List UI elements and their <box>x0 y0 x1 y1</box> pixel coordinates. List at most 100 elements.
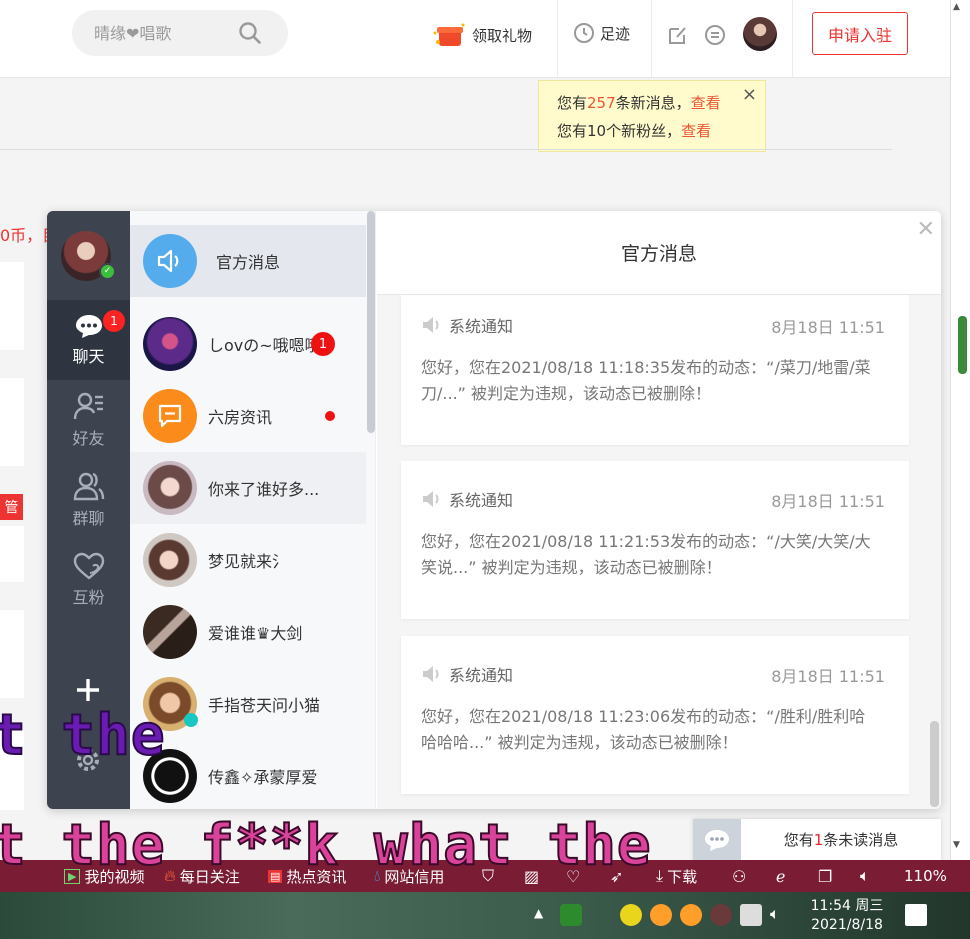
qq-tray-icon[interactable] <box>650 904 672 926</box>
notice-text: 您有 <box>557 94 588 112</box>
search-input[interactable] <box>94 22 234 44</box>
speaker-icon <box>423 317 439 333</box>
conversation-item[interactable]: 爱谁谁♛大剑 <box>130 596 366 668</box>
volume-button[interactable]: 🔈︎ <box>860 860 870 892</box>
unread-dot <box>325 411 335 421</box>
network-tray-icon[interactable] <box>740 904 762 926</box>
conversation-item[interactable]: 你来了谁好多... <box>130 452 366 524</box>
nav-mutual-fans-label: 互粉 <box>72 588 105 607</box>
message-card: 系统通知 8月18日 11:51 您好，您在2021/08/18 11:23:0… <box>401 636 909 794</box>
message-card: 系统通知 8月18日 11:51 您好，您在2021/08/18 11:18:3… <box>401 295 909 445</box>
list-scrollbar[interactable] <box>367 211 375 433</box>
window-icon: ❐ <box>818 866 833 886</box>
nav-friends[interactable]: 好友 <box>47 380 130 460</box>
conversation-name: 官方消息 <box>216 253 281 272</box>
download-button[interactable]: ⤓ 下载 <box>656 860 697 892</box>
view-fans-link[interactable]: 查看 <box>681 122 711 140</box>
conversation-name: 爱谁谁♛大剑 <box>208 624 303 643</box>
page-scrollbar[interactable] <box>950 0 970 860</box>
header-divider <box>557 0 558 78</box>
unread-text: 您有1条未读消息 <box>741 829 941 850</box>
conversation-name: 传鑫✧承蒙厚爱 <box>208 768 318 787</box>
scroll-down-icon[interactable]: ▼ <box>953 840 960 850</box>
notice-count: 257 <box>587 94 616 112</box>
edit-icon[interactable] <box>667 24 689 46</box>
friends-icon <box>73 392 103 420</box>
conversation-name: 六房资讯 <box>208 408 273 427</box>
trace-link[interactable]: 足迹 <box>573 22 630 44</box>
conversation-item[interactable]: しovの~哦嗯哦 1 <box>130 308 366 380</box>
page-divider <box>0 149 892 150</box>
contact-avatar <box>143 461 197 515</box>
security-tray-icon[interactable] <box>560 904 582 926</box>
tools-button[interactable]: ⚇ <box>732 860 746 892</box>
notice-text: 您有10个新粉丝， <box>557 122 682 140</box>
unread-count: 1 <box>813 831 824 849</box>
bg-card <box>0 526 24 582</box>
notifications-icon[interactable] <box>905 904 927 926</box>
contact-avatar <box>143 317 197 371</box>
conversation-official[interactable]: 官方消息 <box>130 225 366 297</box>
search-icon[interactable] <box>238 21 262 45</box>
top-header: 领取礼物 足迹 申请入驻 <box>0 0 950 78</box>
qq-tray-icon[interactable] <box>680 904 702 926</box>
system-clock[interactable]: 11:54 周三 2021/8/18 <box>807 897 887 935</box>
overlay-caption: t the f**k what the <box>0 813 652 878</box>
clock-time: 11:54 周三 <box>810 898 884 914</box>
bg-admin-tag: 管 <box>0 494 23 520</box>
view-messages-link[interactable]: 查看 <box>691 94 721 112</box>
unread-prefix: 您有 <box>783 831 814 849</box>
conversation-list: 官方消息 しovの~哦嗯哦 1 六房资讯 你来了谁好多... 梦见就来氵 爱谁谁… <box>130 211 376 809</box>
panel-title-text: 官方消息 <box>620 243 697 265</box>
contact-avatar <box>143 533 197 587</box>
search-box[interactable] <box>72 10 288 56</box>
conversation-name: 梦见就来氵 <box>208 552 289 571</box>
volume-icon: 🔈︎ <box>860 866 870 885</box>
panel-scrollbar[interactable] <box>930 721 939 807</box>
conversation-unread-badge: 1 <box>311 332 335 356</box>
nav-groups-label: 群聊 <box>72 509 105 528</box>
close-icon[interactable]: ✕ <box>917 217 935 242</box>
message-text: 您好，您在2021/08/18 11:23:06发布的动态：“/胜利/胜利哈哈哈… <box>421 707 866 752</box>
gift-link[interactable]: 领取礼物 <box>432 18 532 52</box>
add-icon[interactable] <box>74 676 102 704</box>
tray-app-icon[interactable] <box>620 904 642 926</box>
volume-tray-icon[interactable]: 🔈︎ <box>770 904 792 926</box>
conversation-name: 你来了谁好多... <box>208 480 320 499</box>
browser-icon: ℯ <box>776 866 786 886</box>
scroll-up-icon[interactable]: ▲ <box>953 2 960 12</box>
apply-button[interactable]: 申请入驻 <box>812 12 908 55</box>
message-card: 系统通知 8月18日 11:51 您好，您在2021/08/18 11:21:5… <box>401 461 909 619</box>
download-icon: ⤓ <box>656 866 664 885</box>
speaker-icon <box>423 666 439 682</box>
notice-close-icon[interactable]: × <box>742 81 757 109</box>
speaker-avatar <box>143 234 197 288</box>
conversation-item[interactable]: 六房资讯 <box>130 380 366 452</box>
page-scroll-thumb[interactable] <box>958 316 967 374</box>
group-icon <box>73 472 104 501</box>
conversation-item[interactable]: 梦见就来氵 <box>130 524 366 596</box>
speaker-icon <box>157 249 179 273</box>
user-avatar[interactable] <box>743 17 777 51</box>
contact-avatar <box>143 605 197 659</box>
zoom-level[interactable]: 110% <box>904 860 947 892</box>
avatar-tray-icon[interactable] <box>710 904 732 926</box>
tray-expand-icon[interactable]: ▲ <box>534 906 543 920</box>
nav-friends-label: 好友 <box>72 429 105 448</box>
gift-label: 领取礼物 <box>472 26 533 45</box>
unread-message-bar[interactable]: 您有1条未读消息 <box>693 819 941 860</box>
zoom-label: 110% <box>904 867 947 885</box>
message-icon[interactable] <box>704 24 726 46</box>
ie-button[interactable]: ℯ <box>776 860 785 892</box>
nav-mutual-fans[interactable]: 互粉 <box>47 540 130 620</box>
nav-chat-label: 聊天 <box>72 347 105 366</box>
nav-groups[interactable]: 群聊 <box>47 460 130 540</box>
chat-unread-badge: 1 <box>103 310 125 332</box>
nav-chat[interactable]: 聊天 1 <box>47 300 130 380</box>
window-button[interactable]: ❐ <box>818 860 832 892</box>
message-panel: 官方消息 ✕ 系统通知 8月18日 11:51 您好，您在2021/08/18 … <box>377 211 941 809</box>
notice-line-1: 您有257条新消息，查看 <box>557 89 765 117</box>
new-message-notice: 您有257条新消息，查看 您有10个新粉丝，查看 × <box>538 80 766 152</box>
header-divider <box>651 0 652 78</box>
notice-line-2: 您有10个新粉丝，查看 <box>557 117 765 145</box>
